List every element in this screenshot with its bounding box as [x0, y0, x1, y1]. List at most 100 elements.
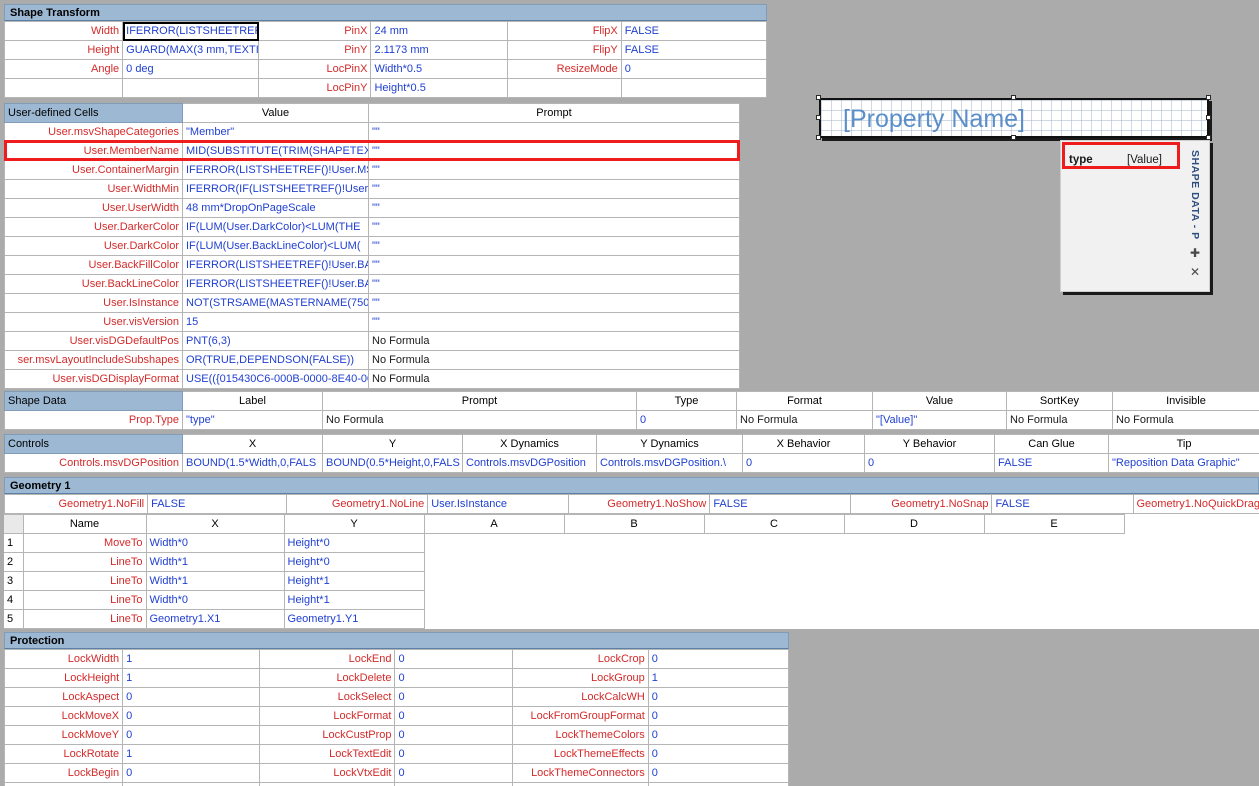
table-row[interactable]: User.MemberName MID(SUBSTITUTE(TRIM(SHAP… [4, 141, 740, 161]
table-row[interactable]: ser.msvLayoutIncludeSubshapes OR(TRUE,DE… [4, 350, 740, 370]
cell-x[interactable]: Width*1 [145, 571, 285, 591]
row-prompt[interactable]: "" [368, 293, 740, 313]
col-header-name[interactable]: Name [22, 514, 147, 534]
lock-value-lockselect[interactable]: 0 [394, 687, 513, 707]
shape-data-property-value[interactable]: [Value] [1127, 154, 1162, 166]
table-row[interactable]: Prop.Type "type" No Formula 0 No Formula… [4, 410, 1259, 430]
table-row[interactable]: User.visDGDisplayFormat USE(({015430C6-0… [4, 369, 740, 389]
table-row[interactable]: Width IFERROR(LISTSHEETREF()! PinX 24 mm… [3, 21, 768, 41]
lock-value-locktextedit[interactable]: 0 [394, 744, 513, 764]
selection-handle-ne[interactable] [1206, 95, 1211, 100]
table-row[interactable]: LockMoveY 0 LockCustProp 0 LockThemeColo… [3, 725, 790, 745]
flag-value-noshow[interactable]: FALSE [709, 494, 852, 514]
lock-value-partial[interactable] [647, 782, 790, 786]
col-header-invisible[interactable]: Invisible [1112, 391, 1259, 411]
row-value[interactable]: NOT(STRSAME(MASTERNAME(750 [182, 293, 369, 313]
selection-handle-nw[interactable] [816, 95, 821, 100]
col-header-x-behavior[interactable]: X Behavior [742, 434, 865, 454]
cell-can-glue[interactable]: FALSE [994, 453, 1109, 473]
table-row[interactable]: LockRotate 1 LockTextEdit 0 LockThemeEff… [3, 744, 790, 764]
lock-value-lockfromgroupformat[interactable]: 0 [647, 706, 790, 726]
table-row[interactable]: User.visVersion 15 "" [4, 312, 740, 332]
lock-value-lockwidth[interactable]: 1 [122, 649, 261, 669]
table-row[interactable]: 1 MoveTo Width*0 Height*0 [4, 533, 1124, 553]
table-row[interactable]: User.ContainerMargin IFERROR(LISTSHEETRE… [4, 160, 740, 180]
row-value[interactable]: IFERROR(LISTSHEETREF()!User.MSV [182, 160, 369, 180]
row-prompt[interactable]: "" [368, 198, 740, 218]
cell-y[interactable]: Height*0 [283, 533, 425, 553]
table-row[interactable]: LockWidth 1 LockEnd 0 LockCrop 0 [3, 649, 790, 669]
table-row[interactable]: LockMoveX 0 LockFormat 0 LockFromGroupFo… [3, 706, 790, 726]
row-value[interactable]: IFERROR(IF(LISTSHEETREF()!User.W [182, 179, 369, 199]
lock-value-lockcrop[interactable]: 0 [647, 649, 790, 669]
lock-value-lockcalcwh[interactable]: 0 [647, 687, 790, 707]
row-value[interactable]: MID(SUBSTITUTE(TRIM(SHAPETEX [182, 141, 369, 161]
col-header-b[interactable]: B [563, 514, 705, 534]
col-header-e[interactable]: E [983, 514, 1125, 534]
table-row[interactable]: 2 LineTo Width*1 Height*0 [4, 552, 1124, 572]
table-row[interactable]: 4 LineTo Width*0 Height*1 [4, 590, 1124, 610]
lock-value-lockvtxedit[interactable]: 0 [394, 763, 513, 783]
cell-value-locpiny[interactable]: Height*0.5 [370, 78, 508, 98]
lock-value-lockthemeeffects[interactable]: 0 [647, 744, 790, 764]
row-prompt[interactable]: No Formula [368, 350, 740, 370]
lock-value-lockformat[interactable]: 0 [394, 706, 513, 726]
col-header-label[interactable]: Label [182, 391, 323, 411]
cell-x[interactable]: BOUND(1.5*Width,0,FALS [182, 453, 323, 473]
table-row[interactable]: Angle 0 deg LocPinX Width*0.5 ResizeMode… [3, 59, 768, 79]
col-header-c[interactable]: C [703, 514, 845, 534]
cell-x[interactable]: Width*0 [145, 533, 285, 553]
row-prompt[interactable]: "" [368, 312, 740, 332]
row-value[interactable]: IF(LUM(User.BackLineColor)<LUM( [182, 236, 369, 256]
row-prompt[interactable]: "" [368, 255, 740, 275]
cell-y[interactable]: Geometry1.Y1 [283, 609, 425, 629]
table-row[interactable]: User.visDGDefaultPos PNT(6,3) No Formula [4, 331, 740, 351]
lock-value-lockthemecolors[interactable]: 0 [647, 725, 790, 745]
cell-value-flipx[interactable]: FALSE [620, 21, 768, 41]
col-header-x[interactable]: X [182, 434, 323, 454]
row-value[interactable]: IFERROR(LISTSHEETREF()!User.BAC [182, 255, 369, 275]
cell-value-pinx[interactable]: 24 mm [370, 21, 508, 41]
cell-y[interactable]: Height*0 [283, 552, 425, 572]
row-value[interactable]: PNT(6,3) [182, 331, 369, 351]
cell-x[interactable]: Geometry1.X1 [145, 609, 285, 629]
cell-type[interactable]: 0 [636, 410, 737, 430]
cell-value-angle[interactable]: 0 deg [122, 59, 260, 79]
lock-value-lockend[interactable]: 0 [394, 649, 513, 669]
selection-handle-s[interactable] [1011, 135, 1016, 140]
col-header-value[interactable]: Value [182, 103, 369, 123]
cell-value-flipy[interactable]: FALSE [620, 40, 768, 60]
col-header-y[interactable]: Y [322, 434, 463, 454]
col-header-prompt[interactable]: Prompt [368, 103, 740, 123]
table-row[interactable]: LocPinY Height*0.5 [3, 78, 768, 98]
table-row[interactable]: LockHeight 1 LockDelete 0 LockGroup 1 [3, 668, 790, 688]
shape-data-panel-row[interactable]: type [Value] [1069, 149, 1175, 171]
lock-value-lockgroup[interactable]: 1 [647, 668, 790, 688]
flag-value-nofill[interactable]: FALSE [147, 494, 288, 514]
lock-value-lockheight[interactable]: 1 [122, 668, 261, 688]
row-prompt[interactable]: "" [368, 217, 740, 237]
row-prompt[interactable]: "" [368, 274, 740, 294]
cell-value-piny[interactable]: 2.1173 mm [370, 40, 508, 60]
col-header-tip[interactable]: Tip [1108, 434, 1259, 454]
col-header-y[interactable]: Y [283, 514, 425, 534]
row-value[interactable]: 48 mm*DropOnPageScale [182, 198, 369, 218]
cell-sortkey[interactable]: No Formula [1006, 410, 1113, 430]
selection-handle-w[interactable] [816, 115, 821, 120]
row-prompt[interactable]: "" [368, 179, 740, 199]
cell-y-dynamics[interactable]: Controls.msvDGPosition.\ [596, 453, 743, 473]
col-header-sortkey[interactable]: SortKey [1006, 391, 1113, 411]
row-prompt[interactable]: "" [368, 141, 740, 161]
cell-x[interactable]: Width*1 [145, 552, 285, 572]
lock-value-partial[interactable] [394, 782, 513, 786]
cell-format[interactable]: No Formula [736, 410, 873, 430]
cell-value[interactable]: "[Value]" [872, 410, 1007, 430]
cell-x-dynamics[interactable]: Controls.msvDGPosition [462, 453, 597, 473]
table-row-partial[interactable] [3, 782, 790, 786]
lock-value-lockdelete[interactable]: 0 [394, 668, 513, 688]
row-prompt[interactable]: "" [368, 122, 740, 142]
lock-value-lockaspect[interactable]: 0 [122, 687, 261, 707]
cell-y[interactable]: Height*1 [283, 571, 425, 591]
lock-value-lockthemeconnectors[interactable]: 0 [647, 763, 790, 783]
col-header-value[interactable]: Value [872, 391, 1007, 411]
